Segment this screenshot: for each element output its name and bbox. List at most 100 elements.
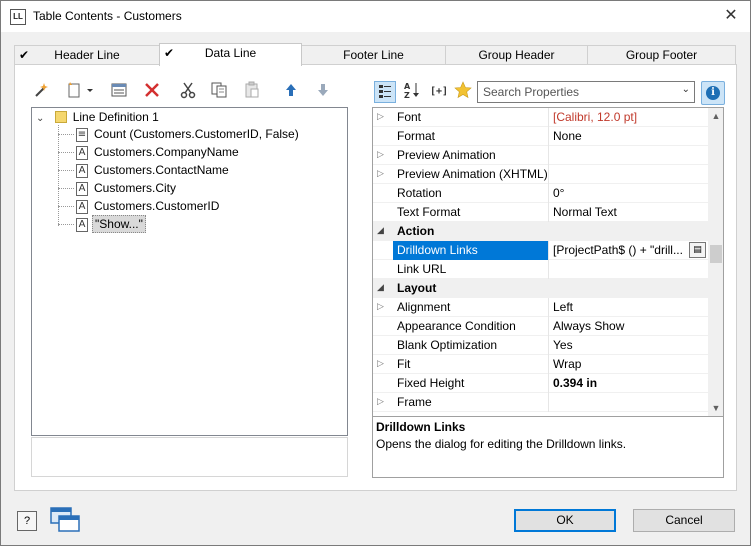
delete-icon[interactable]: [141, 81, 163, 103]
expand-arrow-icon[interactable]: ▷: [377, 149, 384, 160]
cut-icon[interactable]: [177, 81, 199, 103]
expand-arrow-icon[interactable]: ▷: [377, 396, 384, 407]
tree-item-label: Customers.ContactName: [94, 163, 229, 177]
tab-label: Header Line: [54, 48, 120, 62]
text-field-icon: A: [76, 182, 88, 196]
categorized-icon[interactable]: [374, 81, 396, 103]
collapse-arrow-icon[interactable]: ◢: [377, 225, 384, 236]
scroll-down-icon[interactable]: ▼: [708, 400, 723, 416]
edit-dialog-button[interactable]: ▤: [689, 242, 706, 258]
line-definition-tree[interactable]: ⌄ Line Definition 1 ≡ Count (Customers.C…: [31, 107, 348, 436]
property-row-preview-animation-xhtml[interactable]: ▷ Preview Animation (XHTML): [373, 165, 708, 184]
move-down-icon[interactable]: [312, 81, 334, 103]
paste-icon[interactable]: [241, 81, 263, 103]
property-row-text-format[interactable]: Text Format Normal Text: [373, 203, 708, 222]
tab-label: Group Footer: [625, 48, 698, 62]
folder-icon: [55, 111, 68, 123]
property-value[interactable]: None: [550, 127, 708, 146]
info-button[interactable]: i: [701, 81, 725, 105]
property-row-frame[interactable]: ▷ Frame: [373, 393, 708, 412]
cancel-button[interactable]: Cancel: [633, 509, 735, 532]
property-value[interactable]: Left: [550, 298, 708, 317]
tree-item-selected[interactable]: "Show...": [92, 215, 146, 233]
property-row-blank-optimization[interactable]: Blank Optimization Yes: [373, 336, 708, 355]
properties-icon[interactable]: [108, 81, 130, 103]
tree-guide-line: [58, 188, 74, 189]
property-grid-scrollbar[interactable]: ▲ ▼: [708, 108, 723, 416]
tree-item[interactable]: Customers.ContactName: [92, 161, 231, 179]
property-row-fixed-height[interactable]: Fixed Height 0.394 in: [373, 374, 708, 393]
ok-button[interactable]: OK: [514, 509, 616, 532]
property-value[interactable]: [550, 260, 708, 279]
collapse-chevron-icon[interactable]: ⌄: [36, 110, 48, 128]
property-value[interactable]: 0°: [550, 184, 708, 203]
property-category-action[interactable]: ◢ Action: [373, 222, 708, 241]
property-row-link-url[interactable]: Link URL: [373, 260, 708, 279]
property-value[interactable]: [550, 393, 708, 412]
tab-label: Group Header: [478, 48, 555, 62]
property-value[interactable]: [550, 165, 708, 184]
property-value[interactable]: Always Show: [550, 317, 708, 336]
property-value[interactable]: Wrap: [550, 355, 708, 374]
title-bar: LL Table Contents - Customers ✕: [1, 1, 750, 32]
property-row-format[interactable]: Format None: [373, 127, 708, 146]
property-row-rotation[interactable]: Rotation 0°: [373, 184, 708, 203]
tree-item[interactable]: Count (Customers.CustomerID, False): [92, 125, 301, 143]
move-up-icon[interactable]: [280, 81, 302, 103]
tab-data-line[interactable]: ✔ Data Line: [159, 43, 302, 66]
property-value[interactable]: Yes: [550, 336, 708, 355]
search-placeholder: Search Properties: [483, 85, 580, 99]
tree-item-label: Customers.CompanyName: [94, 145, 239, 159]
property-value[interactable]: Normal Text: [550, 203, 708, 222]
tree-root-line-definition[interactable]: ⌄ Line Definition 1: [36, 108, 161, 126]
tab-group-header[interactable]: Group Header: [445, 45, 588, 65]
sort-az-icon[interactable]: AZ: [401, 81, 423, 103]
favorite-star-icon[interactable]: [452, 81, 474, 103]
tab-page-data-line: ⌄ Line Definition 1 ≡ Count (Customers.C…: [14, 64, 737, 491]
property-row-font[interactable]: ▷ Font [Calibri, 12.0 pt]: [373, 108, 708, 127]
tab-group-footer[interactable]: Group Footer: [587, 45, 736, 65]
text-field-icon: A: [76, 164, 88, 178]
check-icon: ✔: [19, 48, 30, 62]
expand-arrow-icon[interactable]: ▷: [377, 111, 384, 122]
wand-icon[interactable]: [31, 81, 53, 103]
property-grid[interactable]: ▷ Font [Calibri, 12.0 pt] Format None ▷ …: [372, 107, 724, 417]
scroll-up-icon[interactable]: ▲: [708, 108, 723, 124]
expand-arrow-icon[interactable]: ▷: [377, 168, 384, 179]
property-value[interactable]: 0.394 in: [550, 374, 708, 393]
check-icon: ✔: [164, 46, 175, 60]
formula-mode-icon[interactable]: [+]: [426, 81, 452, 103]
property-row-drilldown-links[interactable]: Drilldown Links [ProjectPath$ () + "dril…: [373, 241, 708, 260]
tab-label: Data Line: [204, 46, 257, 60]
tree-item[interactable]: Customers.City: [92, 179, 178, 197]
collapse-arrow-icon[interactable]: ◢: [377, 282, 384, 293]
property-value[interactable]: [ProjectPath$ () + "drill...: [550, 241, 685, 260]
close-button[interactable]: ✕: [717, 4, 745, 28]
expand-arrow-icon[interactable]: ▷: [377, 358, 384, 369]
tree-item[interactable]: Customers.CompanyName: [92, 143, 241, 161]
property-row-appearance-condition[interactable]: Appearance Condition Always Show: [373, 317, 708, 336]
chevron-down-icon[interactable]: ⌄: [682, 84, 690, 95]
insert-icon[interactable]: [63, 81, 97, 103]
help-button[interactable]: ?: [17, 511, 37, 531]
text-field-icon: A: [76, 200, 88, 214]
property-name: Drilldown Links: [393, 241, 549, 260]
tab-header-line[interactable]: ✔ Header Line: [14, 45, 160, 65]
property-row-preview-animation[interactable]: ▷ Preview Animation: [373, 146, 708, 165]
tab-footer-line[interactable]: Footer Line: [301, 45, 446, 65]
property-value[interactable]: [Calibri, 12.0 pt]: [550, 108, 708, 127]
property-row-alignment[interactable]: ▷ Alignment Left: [373, 298, 708, 317]
expand-arrow-icon[interactable]: ▷: [377, 301, 384, 312]
scrollbar-thumb[interactable]: [710, 245, 722, 263]
tree-item-label: Customers.City: [94, 181, 177, 195]
property-category-layout[interactable]: ◢ Layout: [373, 279, 708, 298]
help-icon: ?: [23, 515, 31, 527]
property-name: Fixed Height: [393, 374, 549, 393]
copy-icon[interactable]: [208, 81, 230, 103]
search-properties-input[interactable]: Search Properties ⌄: [477, 81, 695, 103]
property-row-fit[interactable]: ▷ Fit Wrap: [373, 355, 708, 374]
window-switch-icon[interactable]: [49, 506, 83, 534]
category-name: Layout: [397, 281, 437, 295]
property-value[interactable]: [550, 146, 708, 165]
tree-item[interactable]: Customers.CustomerID: [92, 197, 221, 215]
